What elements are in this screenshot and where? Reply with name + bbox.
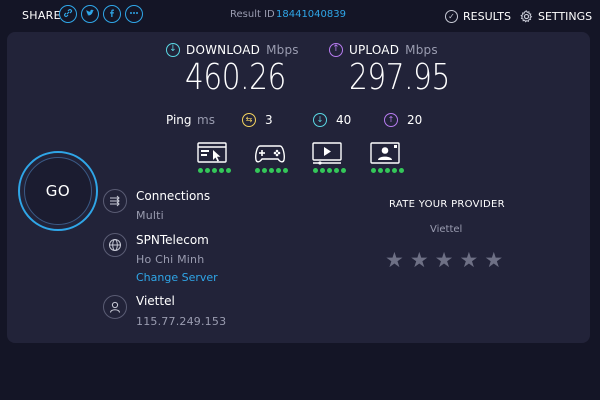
provider-name: Viettel xyxy=(136,294,175,308)
rating-dot xyxy=(283,168,288,173)
connections-icon xyxy=(103,189,127,213)
rating-dot xyxy=(341,168,346,173)
ping-download-value: 40 xyxy=(336,113,352,127)
rating-dot xyxy=(313,168,318,173)
rating-dot xyxy=(205,168,210,173)
rating-dot xyxy=(212,168,217,173)
rating-dot xyxy=(226,168,231,173)
streaming-rating xyxy=(313,168,346,173)
rate-provider-name: Viettel xyxy=(430,224,463,235)
ping-upload-icon: ↑ xyxy=(384,113,398,127)
server-location: Ho Chi Minh xyxy=(136,253,205,266)
connections-title: Connections xyxy=(136,189,211,203)
results-button[interactable]: ✓ RESULTS xyxy=(445,6,511,26)
facebook-icon[interactable] xyxy=(103,5,121,23)
upload-value: 297.95 xyxy=(349,57,450,98)
rating-dot xyxy=(198,168,203,173)
gaming-rating xyxy=(255,168,288,173)
download-unit: Mbps xyxy=(266,43,299,57)
result-id-label: Result ID xyxy=(230,9,275,20)
settings-button[interactable]: SETTINGS xyxy=(520,6,592,26)
gear-icon xyxy=(520,9,533,23)
download-header: ↓ DOWNLOAD Mbps xyxy=(166,43,299,57)
server-name: SPNTelecom xyxy=(136,233,209,247)
rating-dot xyxy=(262,168,267,173)
download-value: 460.26 xyxy=(185,57,286,98)
results-label: RESULTS xyxy=(463,9,511,23)
rating-dot xyxy=(392,168,397,173)
change-server-link[interactable]: Change Server xyxy=(136,271,218,284)
rating-dot xyxy=(219,168,224,173)
rating-dot xyxy=(255,168,260,173)
rating-dot xyxy=(276,168,281,173)
arrow-up-icon: ↑ xyxy=(329,43,343,57)
go-button[interactable]: GO xyxy=(24,157,92,225)
ping-idle: ⇆ 3 xyxy=(242,113,273,127)
star-5[interactable]: ★ xyxy=(484,249,503,271)
ping-upload-value: 20 xyxy=(407,113,423,127)
rating-dot xyxy=(399,168,404,173)
browsing-rating xyxy=(198,168,231,173)
rating-dot xyxy=(334,168,339,173)
provider-ip: 115.77.249.153 xyxy=(136,315,227,328)
star-3[interactable]: ★ xyxy=(435,249,454,271)
ping-label: Ping xyxy=(166,113,192,127)
ping-idle-value: 3 xyxy=(265,113,273,127)
rating-dot xyxy=(385,168,390,173)
rate-provider-title: RATE YOUR PROVIDER xyxy=(389,199,505,210)
video-call-rating xyxy=(371,168,404,173)
ping-idle-icon: ⇆ xyxy=(242,113,256,127)
user-icon xyxy=(103,295,127,319)
upload-label: UPLOAD xyxy=(349,43,400,57)
star-2[interactable]: ★ xyxy=(410,249,429,271)
ping-unit: ms xyxy=(197,113,215,127)
arrow-down-icon: ↓ xyxy=(166,43,180,57)
ping-row: Ping ms ⇆ 3 ↓ 40 ↑ 20 xyxy=(0,112,600,128)
download-label: DOWNLOAD xyxy=(186,43,261,57)
result-id-link[interactable]: 18441040839 xyxy=(276,9,346,20)
rating-dot xyxy=(269,168,274,173)
upload-header: ↑ UPLOAD Mbps xyxy=(329,43,438,57)
rating-dot xyxy=(378,168,383,173)
upload-unit: Mbps xyxy=(405,43,438,57)
gaming-icon xyxy=(255,145,285,163)
share-label: SHARE xyxy=(22,9,61,22)
rating-stars: ★ ★ ★ ★ ★ xyxy=(385,249,503,271)
ping-upload: ↑ 20 xyxy=(384,113,422,127)
rating-dot xyxy=(320,168,325,173)
more-icon[interactable] xyxy=(125,5,143,23)
top-bar: SHARE Result ID 18441040839 ✓ RESULTS SE… xyxy=(0,0,600,32)
check-circle-icon: ✓ xyxy=(445,9,458,23)
star-4[interactable]: ★ xyxy=(459,249,478,271)
ping-download: ↓ 40 xyxy=(313,113,351,127)
rating-dot xyxy=(371,168,376,173)
globe-icon xyxy=(103,233,127,257)
ping-download-icon: ↓ xyxy=(313,113,327,127)
connections-value[interactable]: Multi xyxy=(136,209,164,222)
star-1[interactable]: ★ xyxy=(385,249,404,271)
browsing-icon xyxy=(197,142,227,163)
video-call-icon xyxy=(370,142,400,164)
settings-label: SETTINGS xyxy=(538,9,593,23)
rating-dot xyxy=(327,168,332,173)
link-icon[interactable] xyxy=(59,5,77,23)
streaming-icon xyxy=(312,142,342,165)
twitter-icon[interactable] xyxy=(81,5,99,23)
